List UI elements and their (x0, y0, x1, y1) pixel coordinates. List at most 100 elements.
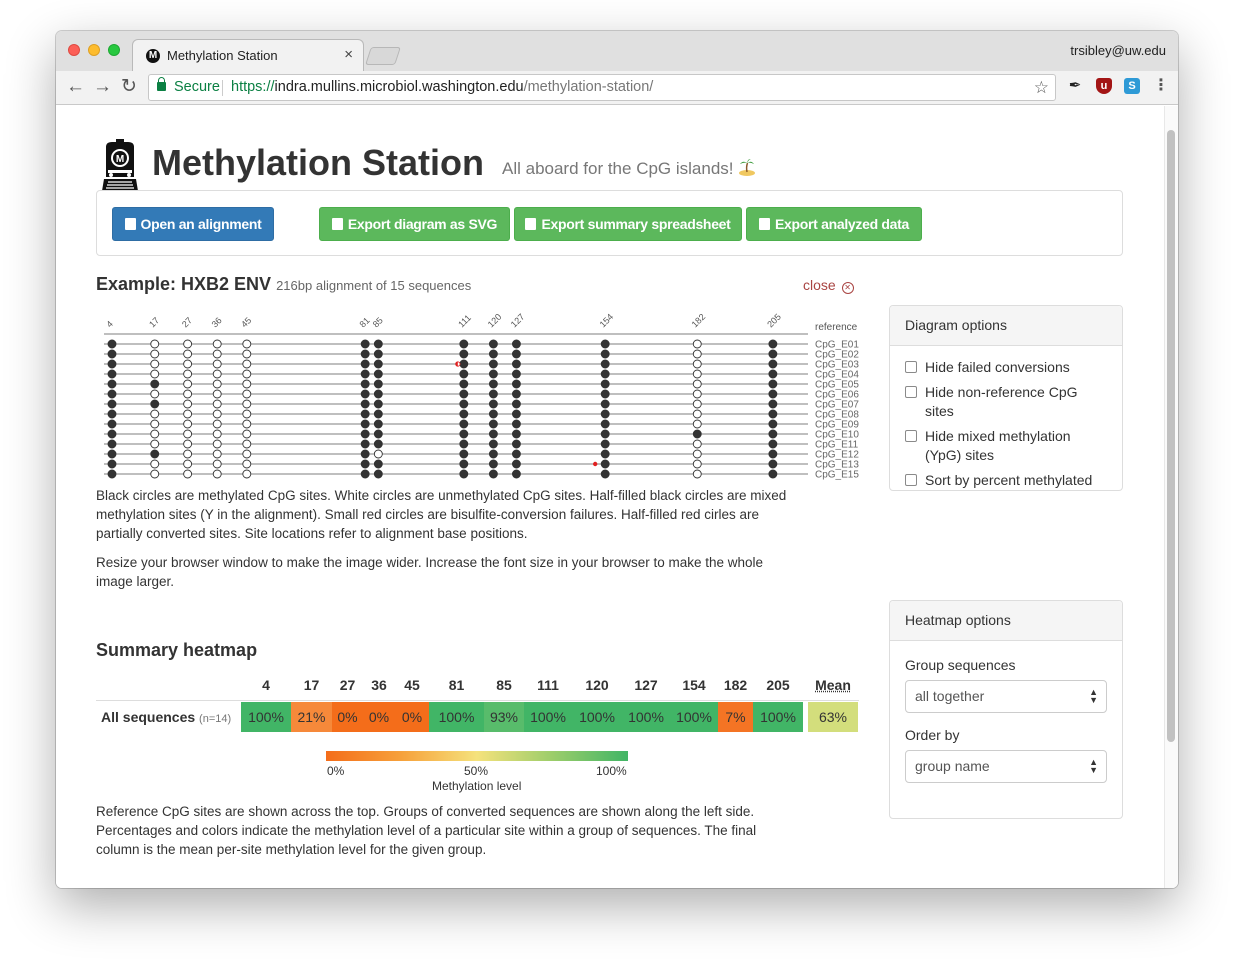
group-sequences-select[interactable]: all together ▲ ▼ (905, 680, 1107, 713)
site-label: 27 (180, 315, 194, 329)
site-label: 182 (690, 312, 708, 330)
browser-menu-icon[interactable]: ⋮ (1153, 78, 1169, 94)
checkbox[interactable] (905, 386, 917, 398)
methylated-site (768, 349, 778, 359)
checkbox[interactable] (905, 430, 917, 442)
unmethylated-site (242, 439, 252, 449)
methylated-site (360, 359, 370, 369)
row-count: (n=14) (199, 713, 232, 725)
methylated-site (600, 429, 610, 439)
methylated-site (459, 369, 469, 379)
heatmap-row-label: All sequences (n=14) (101, 709, 231, 725)
order-by-select[interactable]: group name ▲ ▼ (905, 750, 1107, 783)
address-bar[interactable]: Secure https://indra.mullins.microbiol.w… (148, 74, 1056, 101)
unmethylated-site (150, 349, 160, 359)
pin-extension-icon[interactable]: ✒ (1067, 78, 1083, 94)
methylated-site (692, 429, 702, 439)
methylated-site (459, 419, 469, 429)
methylated-site (107, 349, 117, 359)
unmethylated-site (212, 429, 222, 439)
heatmap-cell: 100% (753, 702, 803, 732)
heatmap-cell: 93% (484, 702, 524, 732)
heatmap-column-header: 182 (723, 677, 748, 693)
methylated-site (488, 389, 498, 399)
unmethylated-site (212, 379, 222, 389)
methylated-site (600, 349, 610, 359)
close-window-button[interactable] (68, 44, 80, 56)
methylation-diagram: reference4 17 27 36 45 8185 111 120 127 154 182 205… (104, 312, 859, 481)
unmethylated-site (242, 459, 252, 469)
export-summary-button[interactable]: Export summary spreadsheet (514, 207, 742, 241)
reload-icon[interactable]: ↻ (121, 76, 137, 98)
forward-arrow-icon[interactable]: → (93, 76, 112, 98)
url-text[interactable]: https://indra.mullins.microbiol.washingt… (231, 75, 653, 100)
option-hide-mixed[interactable]: Hide mixed methylation (YpG) sites (905, 427, 1107, 465)
tagline-text: All aboard for the CpG islands! (502, 159, 734, 178)
unmethylated-site (183, 429, 193, 439)
methylated-site (459, 459, 469, 469)
ublock-extension-icon[interactable]: u (1096, 78, 1112, 94)
methylated-site (459, 389, 469, 399)
methylated-site (600, 459, 610, 469)
methylated-site (459, 359, 469, 369)
unmethylated-site (183, 419, 193, 429)
unmethylated-site (150, 409, 160, 419)
close-example-link[interactable]: close ✕ (803, 277, 854, 294)
methylated-site (360, 469, 370, 479)
option-hide-nonreference[interactable]: Hide non-reference CpG sites (905, 383, 1107, 421)
option-sort-percent[interactable]: Sort by percent methylated (905, 471, 1107, 490)
url-path: /methylation-station/ (523, 79, 654, 95)
methylated-site (600, 389, 610, 399)
methylated-site (373, 369, 383, 379)
zoom-window-button[interactable] (108, 44, 120, 56)
unmethylated-site (183, 469, 193, 479)
tab-close-icon[interactable]: × (344, 46, 353, 63)
methylated-site (107, 379, 117, 389)
methylated-site (150, 449, 160, 459)
separator (222, 80, 223, 96)
heatmap-heading: Summary heatmap (96, 640, 258, 660)
methylated-site (373, 409, 383, 419)
open-alignment-button[interactable]: Open an alignment (112, 207, 274, 241)
unmethylated-site (150, 429, 160, 439)
scrollbar[interactable] (1164, 106, 1178, 888)
methylated-site (459, 399, 469, 409)
methylated-site (488, 419, 498, 429)
methylated-site (488, 409, 498, 419)
url-scheme: https:// (231, 79, 275, 95)
site-label: 45 (239, 315, 253, 329)
legend-title: Methylation level (432, 779, 522, 793)
back-arrow-icon[interactable]: ← (66, 76, 85, 98)
heatmap-cell: 0% (395, 702, 429, 732)
diagram-options-body: Hide failed conversions Hide non-referen… (890, 346, 1122, 508)
heatmap-cell: 0% (363, 702, 395, 732)
scrollbar-thumb[interactable] (1167, 130, 1175, 742)
heatmap-cell: 100% (622, 702, 670, 732)
browser-toolbar: ← → ↻ Secure https://indra.mullins.micro… (56, 71, 1178, 105)
export-svg-button[interactable]: Export diagram as SVG (319, 207, 510, 241)
browser-tab[interactable]: M Methylation Station × (132, 39, 364, 71)
profile-email[interactable]: trsibley@uw.edu (1070, 43, 1166, 58)
checkbox[interactable] (905, 474, 917, 486)
methylated-site (600, 359, 610, 369)
s-extension-icon[interactable]: S (1124, 78, 1140, 94)
methylated-site (511, 429, 521, 439)
export-data-button[interactable]: Export analyzed data (746, 207, 922, 241)
unmethylated-site (212, 459, 222, 469)
unmethylated-site (242, 469, 252, 479)
heatmap-column-header: 205 (766, 677, 790, 693)
methylated-site (107, 429, 117, 439)
open-alignment-label: Open an alignment (140, 216, 262, 232)
option-hide-failed[interactable]: Hide failed conversions (905, 358, 1107, 377)
conversion-failure (593, 461, 598, 467)
example-title: Example: HXB2 ENV (96, 274, 272, 294)
minimize-window-button[interactable] (88, 44, 100, 56)
bookmark-star-icon[interactable]: ☆ (1034, 75, 1049, 100)
reference-label: reference (815, 322, 858, 333)
methylated-site (488, 359, 498, 369)
new-tab-button[interactable] (365, 47, 401, 65)
methylated-site (459, 409, 469, 419)
checkbox[interactable] (905, 361, 917, 373)
unmethylated-site (692, 459, 702, 469)
unmethylated-site (212, 339, 222, 349)
